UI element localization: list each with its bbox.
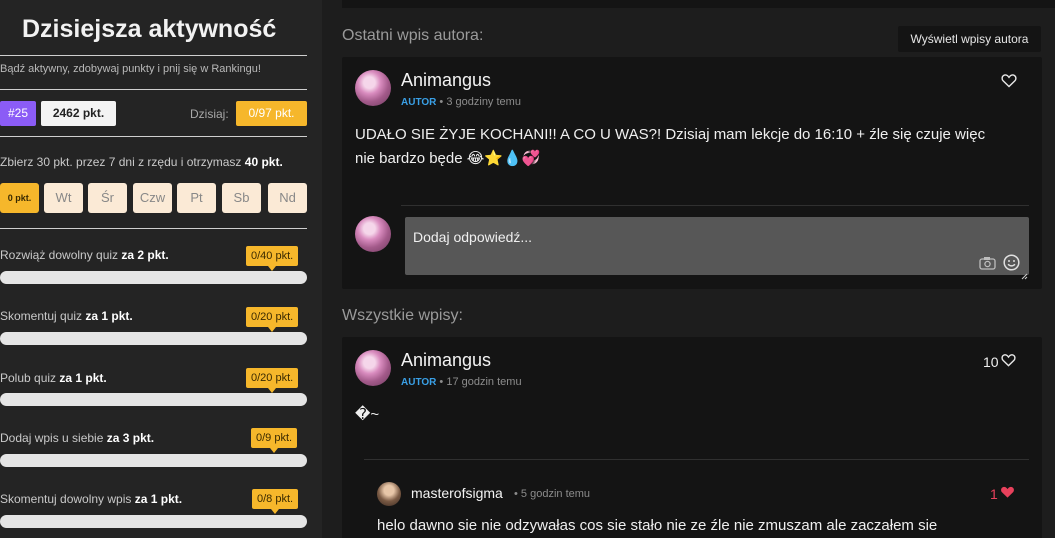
task-label: Dodaj wpis u siebie za 3 pkt. xyxy=(0,431,154,445)
today-label: Dzisiaj: xyxy=(190,107,229,121)
view-author-posts-button[interactable]: Wyświetl wpisy autora xyxy=(898,26,1041,52)
divider xyxy=(0,136,307,137)
day-tue: Wt xyxy=(44,183,83,213)
last-post-heading: Ostatni wpis autora: xyxy=(342,27,484,44)
day-sat: Sb xyxy=(222,183,261,213)
divider xyxy=(401,205,1029,206)
task-progress-bar xyxy=(0,393,307,406)
task-label: Polub quiz za 1 pkt. xyxy=(0,371,107,385)
task-label: Skomentuj dowolny wpis za 1 pkt. xyxy=(0,492,182,506)
day-today: 0 pkt. xyxy=(0,183,39,213)
task-reward: za 1 pkt. xyxy=(134,492,183,506)
comment-like-count: 1 xyxy=(990,485,998,502)
post-time: 3 godziny temu xyxy=(446,96,521,108)
task-progress-badge: 0/9 pkt. xyxy=(251,428,298,453)
day-fri: Pt xyxy=(177,183,216,213)
post-meta: AUTOR • 3 godziny temu xyxy=(401,96,521,108)
post-text: UDAŁO SIE ŻYJE KOCHANI!! A CO U WAS?! Dz… xyxy=(355,126,986,167)
task-text: Rozwiąż dowolny quiz xyxy=(0,248,122,262)
all-posts-heading: Wszystkie wpisy: xyxy=(342,307,463,324)
streak-text: Zbierz 30 pkt. przez 7 dni z rzędu i otr… xyxy=(0,155,245,169)
day-wed: Śr xyxy=(88,183,127,213)
post-time: 17 godzin temu xyxy=(446,376,522,388)
smiley-icon[interactable] xyxy=(1003,254,1020,276)
day-sun: Nd xyxy=(268,183,307,213)
avatar[interactable] xyxy=(377,482,401,506)
points-badge: 2462 pkt. xyxy=(41,101,116,126)
task-progress-bar xyxy=(0,515,307,528)
reply-placeholder: Dodaj odpowiedź... xyxy=(413,229,533,245)
task-text: Polub quiz xyxy=(0,371,60,385)
author-role-badge: AUTOR xyxy=(401,97,437,108)
task-progress-bar xyxy=(0,271,307,284)
task-text: Dodaj wpis u siebie xyxy=(0,431,107,445)
comment-author[interactable]: masterofsigma xyxy=(411,485,503,501)
comment-meta: • 5 godzin temu xyxy=(514,488,591,500)
task-progress-badge: 0/20 pkt. xyxy=(246,307,299,332)
comment-like-button[interactable]: 1 xyxy=(990,485,1015,502)
divider xyxy=(0,55,307,56)
sidebar-subtitle: Bądź aktywny, zdobywaj punkty i pnij się… xyxy=(0,63,261,75)
today-points-badge: 0/97 pkt. xyxy=(236,101,307,126)
resize-icon[interactable] xyxy=(1021,267,1028,285)
activity-sidebar: Dzisiejsza aktywność Bądź aktywny, zdoby… xyxy=(0,0,322,538)
sidebar-title: Dzisiejsza aktywność xyxy=(22,15,277,43)
heart-icon[interactable] xyxy=(1001,73,1017,93)
task-progress-bar xyxy=(0,454,307,467)
post-meta: AUTOR • 17 godzin temu xyxy=(401,376,522,388)
like-button[interactable]: 10 xyxy=(983,353,1016,370)
like-count: 10 xyxy=(983,353,999,370)
streak-info: Zbierz 30 pkt. przez 7 dni z rzędu i otr… xyxy=(0,155,283,169)
task-label: Skomentuj quiz za 1 pkt. xyxy=(0,309,133,323)
author-name[interactable]: Animangus xyxy=(401,70,491,91)
avatar[interactable] xyxy=(355,350,391,386)
avatar xyxy=(355,216,391,252)
weekday-streak: 0 pkt. Wt Śr Czw Pt Sb Nd xyxy=(0,183,307,213)
task-progress-bar xyxy=(0,332,307,345)
streak-bonus: 40 pkt. xyxy=(244,155,283,169)
avatar[interactable] xyxy=(355,70,391,106)
comment-time: 5 godzin temu xyxy=(520,488,591,500)
task-label: Rozwiąż dowolny quiz za 2 pkt. xyxy=(0,248,169,262)
task-text: Skomentuj quiz xyxy=(0,309,86,323)
task-reward: za 1 pkt. xyxy=(59,371,107,385)
task-progress-badge: 0/20 pkt. xyxy=(246,368,299,393)
task-reward: za 3 pkt. xyxy=(106,431,155,445)
task-reward: za 2 pkt. xyxy=(121,248,169,262)
task-text: Skomentuj dowolny wpis xyxy=(0,492,135,506)
task-progress-badge: 0/8 pkt. xyxy=(252,489,299,514)
reply-input[interactable]: Dodaj odpowiedź... xyxy=(405,217,1029,280)
author-role-badge: AUTOR xyxy=(401,377,437,388)
divider xyxy=(0,89,307,90)
post-text: �~ xyxy=(355,406,380,423)
divider xyxy=(0,228,307,229)
rank-badge[interactable]: #25 xyxy=(0,101,36,126)
heart-icon xyxy=(1000,485,1015,502)
camera-icon[interactable] xyxy=(979,256,996,275)
divider xyxy=(364,459,1029,460)
author-name[interactable]: Animangus xyxy=(401,350,491,371)
comment-text: helo dawno sie nie odzywałas cos sie sta… xyxy=(377,517,938,534)
day-thu: Czw xyxy=(133,183,172,213)
heart-icon xyxy=(1000,353,1016,370)
post-card: Animangus AUTOR • 17 godzin temu 10 �~ m… xyxy=(342,337,1042,538)
task-reward: za 1 pkt. xyxy=(85,309,133,323)
top-panel-edge xyxy=(342,0,1055,8)
task-progress-badge: 0/40 pkt. xyxy=(246,246,299,271)
